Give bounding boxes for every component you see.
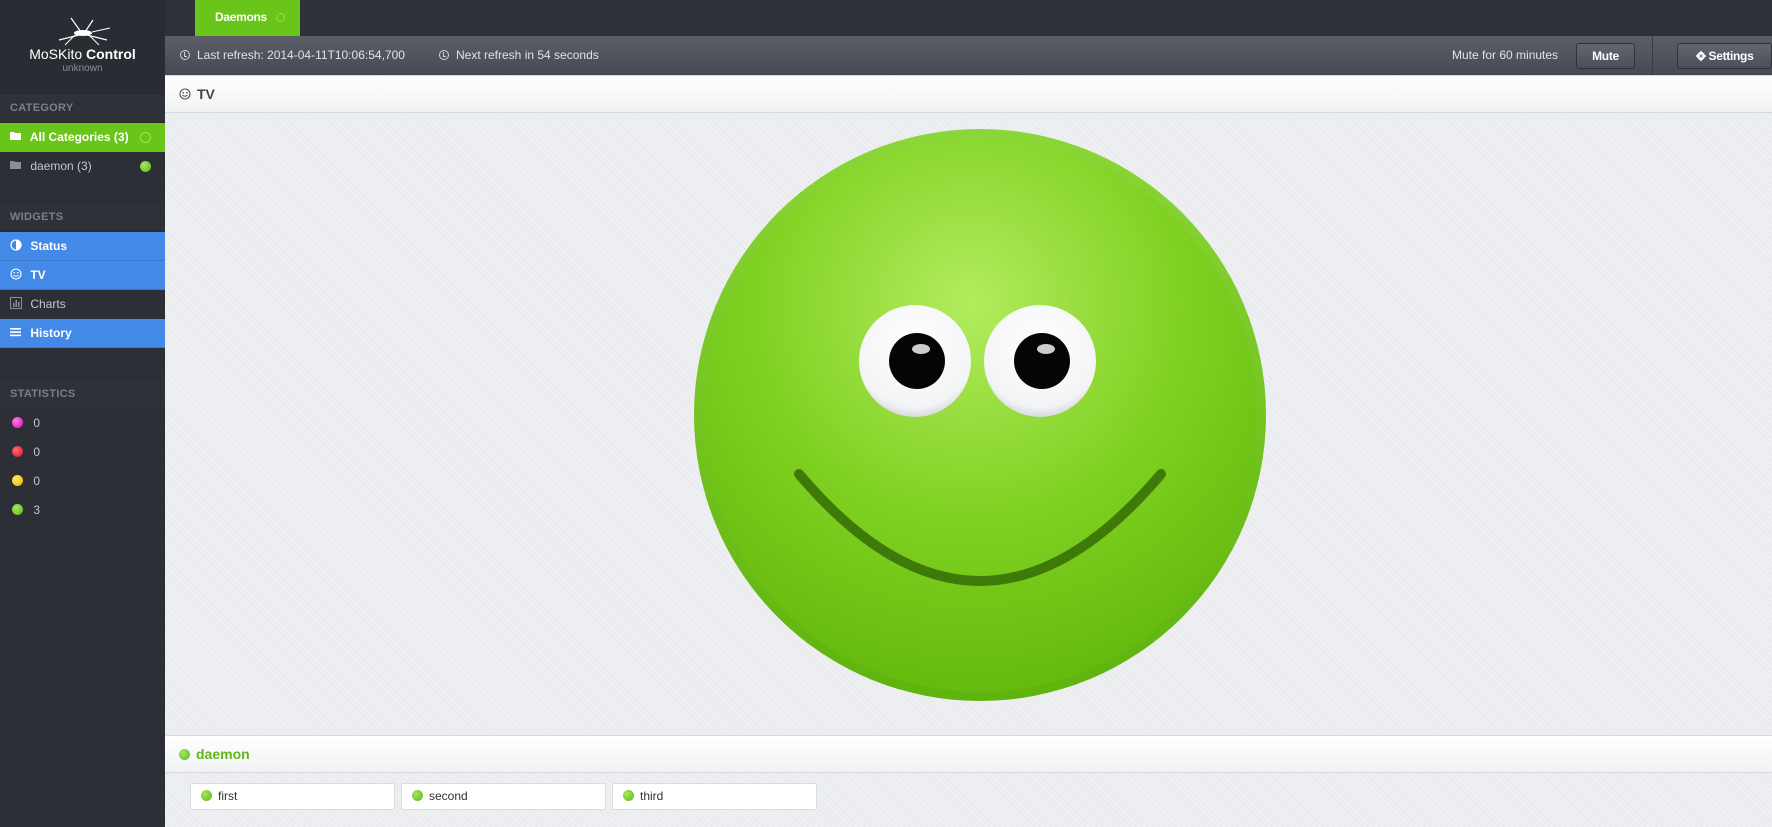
sidebar-item-tv[interactable]: TV — [0, 261, 165, 290]
gear-icon — [1695, 51, 1706, 61]
statistic-value: 0 — [33, 474, 41, 488]
settings-button[interactable]: Settings — [1677, 43, 1772, 69]
app-name: MoSKito — [29, 46, 83, 62]
daemon-title: daemon — [196, 746, 250, 762]
green-status-icon — [623, 790, 634, 801]
toolbar-divider — [1652, 36, 1653, 75]
statistic-yellow: 0 — [0, 467, 165, 496]
green-status-icon — [179, 749, 190, 760]
app-name-bold: Control — [86, 46, 136, 62]
folder-open-icon — [10, 132, 21, 140]
sidebar: MoSKito Control unknown CATEGORY All Cat… — [0, 0, 165, 827]
app-logo[interactable]: MoSKito Control unknown — [0, 0, 165, 94]
daemon-panel-header: daemon — [165, 735, 1772, 773]
mute-button[interactable]: Mute — [1576, 43, 1635, 69]
status-indicator-icon — [140, 161, 151, 172]
component-label: third — [640, 789, 664, 803]
component-third[interactable]: third — [612, 783, 817, 810]
component-label: first — [218, 789, 238, 803]
sidebar-item-history[interactable]: History — [0, 319, 165, 348]
next-refresh: Next refresh in 54 seconds — [439, 48, 599, 62]
last-refresh: Last refresh: 2014-04-11T10:06:54,700 — [180, 48, 405, 62]
green-status-icon — [12, 504, 23, 515]
tab-bar: Daemons — [165, 0, 1772, 36]
main-content: TV daemon first second third — [165, 75, 1772, 827]
sidebar-item-status[interactable]: Status — [0, 232, 165, 261]
settings-label: Settings — [1708, 49, 1754, 63]
green-status-icon — [201, 790, 212, 801]
clock-icon — [180, 50, 190, 60]
sidebar-item-label: daemon (3) — [30, 159, 92, 173]
sidebar-item-daemon[interactable]: daemon (3) — [0, 152, 165, 181]
sidebar-item-label: History — [30, 326, 72, 340]
app-title: MoSKito Control — [0, 46, 165, 62]
tv-panel-header: TV — [165, 75, 1772, 113]
last-refresh-text: Last refresh: 2014-04-11T10:06:54,700 — [197, 48, 405, 62]
category-heading: CATEGORY — [0, 94, 165, 123]
component-second[interactable]: second — [401, 783, 606, 810]
mute-description: Mute for 60 minutes — [1452, 48, 1559, 62]
status-indicator-icon — [140, 132, 151, 143]
red-status-icon — [12, 446, 23, 457]
sidebar-item-all-categories[interactable]: All Categories (3) — [0, 123, 165, 152]
page-title: TV — [197, 86, 215, 102]
sidebar-item-label: Status — [30, 239, 68, 253]
half-circle-icon — [10, 239, 22, 251]
yellow-status-icon — [12, 475, 23, 486]
tab-daemons[interactable]: Daemons — [195, 0, 300, 36]
component-label: second — [429, 789, 468, 803]
folder-icon — [10, 161, 21, 169]
sidebar-item-label: All Categories (3) — [29, 130, 129, 144]
statistic-value: 0 — [33, 416, 41, 430]
component-first[interactable]: first — [190, 783, 395, 810]
smiley-icon — [10, 268, 22, 280]
app-subtitle: unknown — [62, 63, 103, 74]
tab-status-icon — [275, 13, 285, 22]
clock-icon — [439, 50, 449, 60]
next-refresh-text: Next refresh in 54 seconds — [456, 48, 599, 62]
bar-chart-icon — [10, 297, 22, 309]
statistics-heading: STATISTICS — [0, 380, 165, 409]
magenta-status-icon — [12, 417, 23, 428]
statistic-magenta: 0 — [0, 409, 165, 438]
statistic-value: 3 — [33, 503, 41, 517]
statistic-value: 0 — [33, 445, 41, 459]
list-icon — [10, 328, 21, 337]
happy-smiley-icon — [694, 129, 1266, 701]
sidebar-item-charts[interactable]: Charts — [0, 290, 165, 319]
sidebar-item-label: Charts — [30, 297, 66, 311]
widgets-heading: WIDGETS — [0, 203, 165, 232]
sidebar-item-label: TV — [30, 268, 46, 282]
mosquito-logo-icon — [58, 17, 110, 46]
statistic-green: 3 — [0, 496, 165, 525]
toolbar: Last refresh: 2014-04-11T10:06:54,700 Ne… — [165, 36, 1772, 75]
tab-label: Daemons — [215, 10, 267, 24]
green-status-icon — [412, 790, 423, 801]
smiley-icon — [179, 88, 191, 100]
statistic-red: 0 — [0, 438, 165, 467]
